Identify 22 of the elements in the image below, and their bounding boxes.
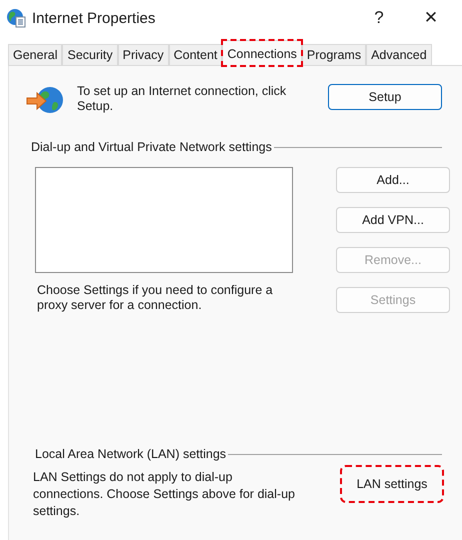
tab[interactable]: Connections <box>222 40 302 66</box>
setup-button[interactable]: Setup <box>328 84 442 110</box>
close-button[interactable]: ✕ <box>408 3 454 33</box>
tab[interactable]: Security <box>62 44 118 66</box>
lan-instructions: LAN Settings do not apply to dial-up connections. Choose Settings above for dial-up settings. <box>33 469 296 520</box>
connections-list[interactable] <box>35 167 293 273</box>
window-title: Internet Properties <box>32 10 156 26</box>
tab[interactable]: Content <box>168 44 222 66</box>
globe-arrow-icon <box>25 84 65 116</box>
section-heading: Local Area Network (LAN) settings <box>34 447 226 461</box>
tab[interactable]: Advanced <box>366 44 432 66</box>
setup-instructions: To set up an Internet connection, click Setup. <box>77 84 288 115</box>
proxy-instructions: Choose Settings if you need to configure a proxy server for a connection. <box>36 283 274 313</box>
section-heading: Dial-up and Virtual Private Network settings <box>30 140 272 154</box>
dialog-button[interactable]: Add VPN... <box>336 207 450 233</box>
tab[interactable]: General <box>8 44 62 66</box>
help-button[interactable]: ? <box>356 3 402 33</box>
globe-page-icon <box>6 8 26 28</box>
dialog-button[interactable]: Add... <box>336 167 450 193</box>
tab[interactable]: Privacy <box>118 44 169 66</box>
lan-settings-button[interactable]: LAN settings <box>342 467 442 501</box>
tab[interactable]: Programs <box>302 44 366 66</box>
